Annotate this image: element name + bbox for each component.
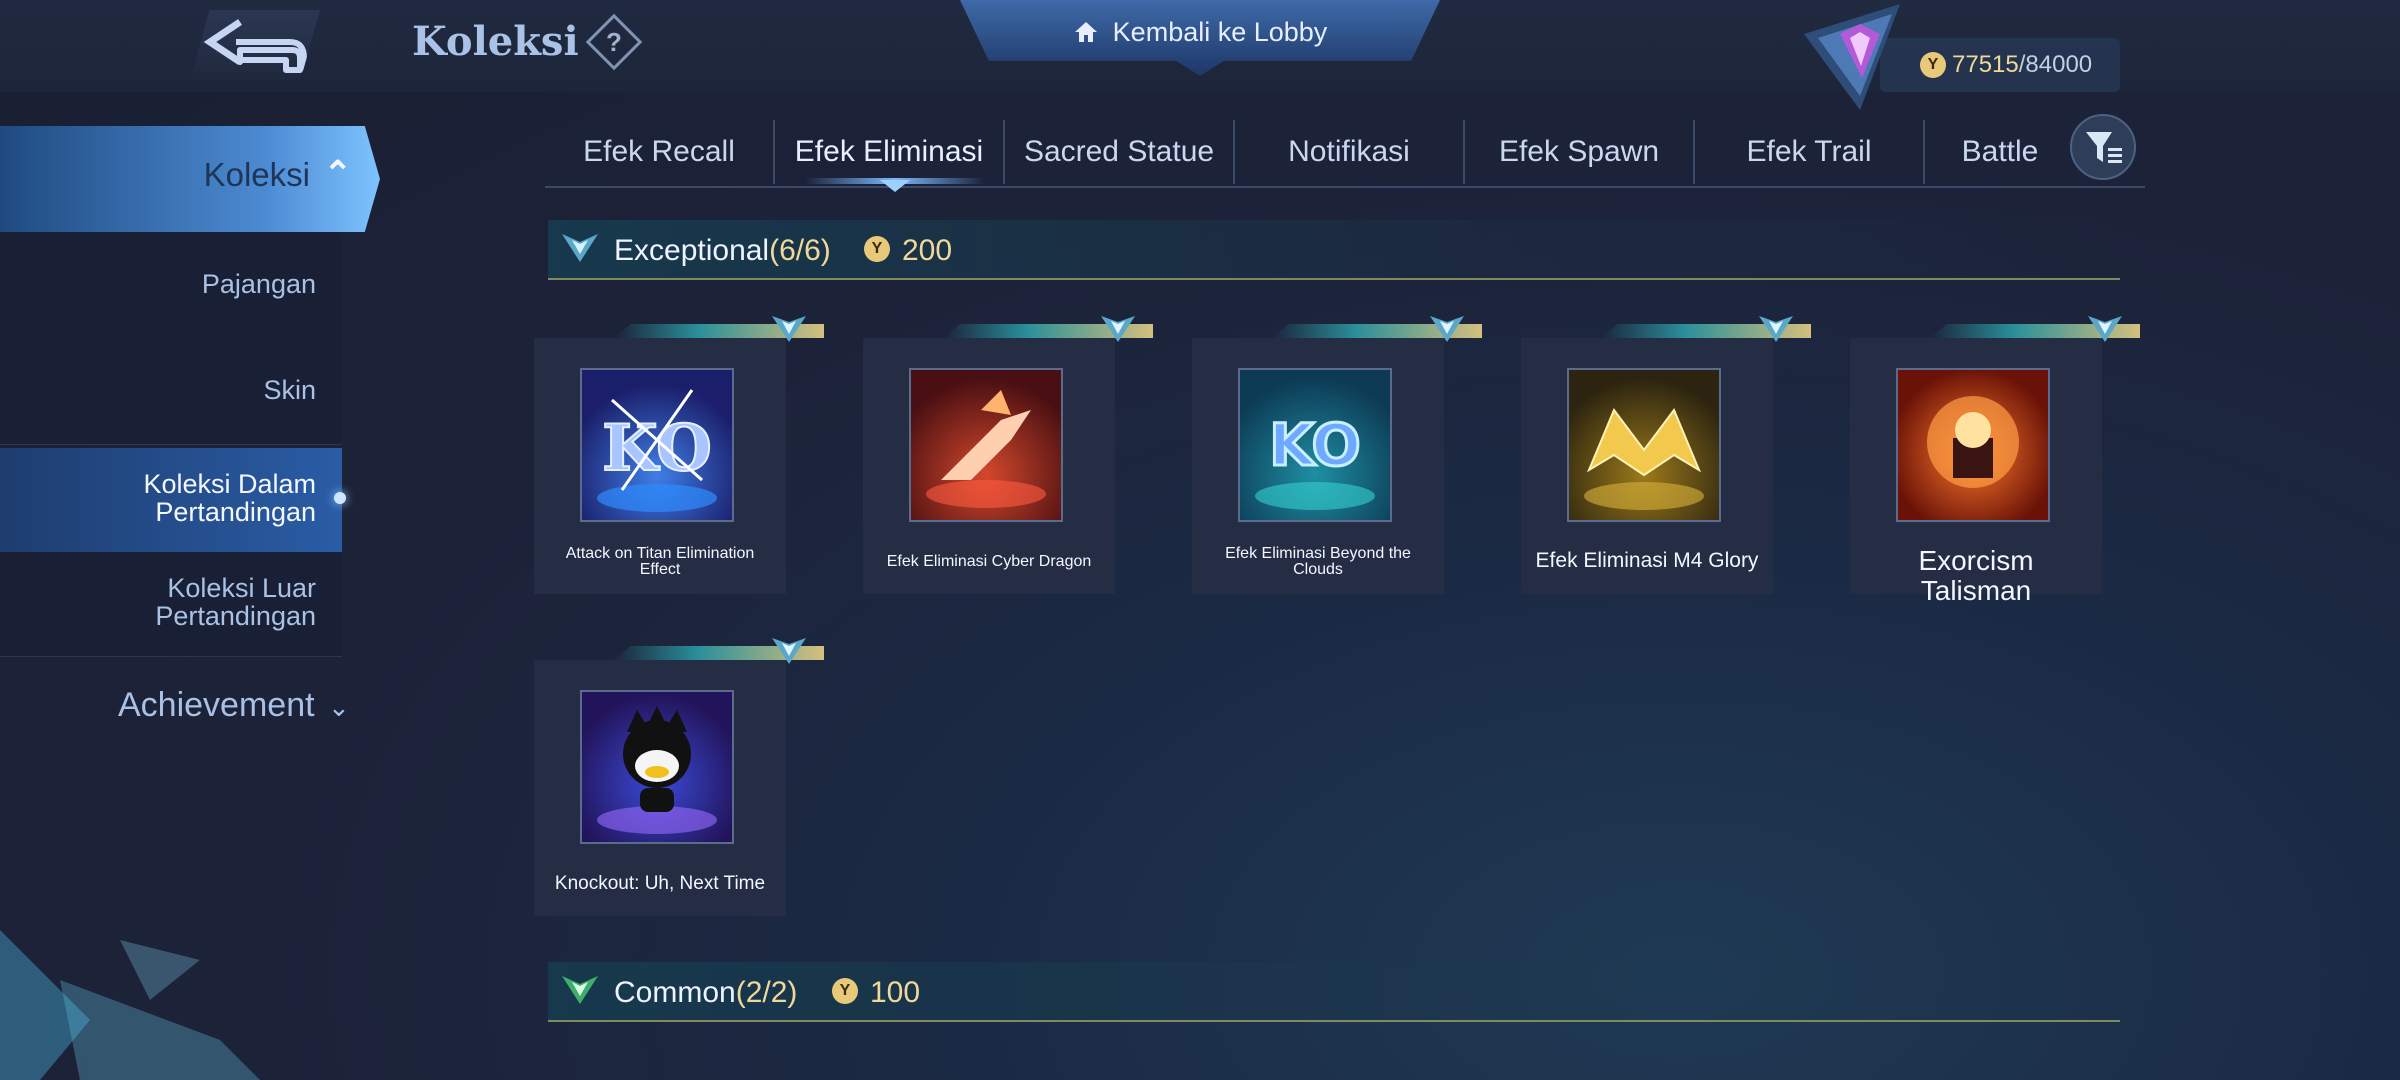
card-emblem-icon [772,316,806,342]
item-name: Efek Eliminasi M4 Glory [1535,549,1759,572]
back-arrow-icon [203,19,307,73]
section-title: Exceptional(6/6) [614,234,831,268]
item-thumbnail [909,368,1063,522]
collector-coin-icon: Y [832,978,858,1004]
sidebar-achievement[interactable]: Achievement [118,686,315,725]
sidebar-item-pajangan[interactable]: Pajangan [0,232,342,339]
item-thumbnail [580,690,734,844]
section-title: Common(2/2) [614,976,797,1010]
item-name: Attack on Titan Elimination Effect [565,545,755,578]
active-indicator-dot [334,492,346,504]
section-header-common: Common(2/2) Y 100 [548,962,2120,1022]
sidebar-item-label: Koleksi Dalam Pertandingan [143,469,316,527]
category-tabs: Efek Recall Efek Eliminasi Sacred Statue… [545,120,2145,188]
collection-item-card[interactable]: Efek Eliminasi Cyber Dragon [863,316,1153,594]
card-emblem-icon [2088,316,2122,342]
section-count: (6/6) [769,234,831,267]
card-emblem-icon [1759,316,1793,342]
card-emblem-icon [772,638,806,664]
cyber-dragon-effect-icon [926,390,1046,508]
sidebar-item-koleksi-luar-pertandingan[interactable]: Koleksi Luar Pertandingan [0,552,342,657]
collector-rank-emblem-icon [1804,4,1900,110]
sidebar-item-label: Skin [263,375,316,405]
points-max: /84000 [2018,51,2093,78]
card-emblem-icon [1101,316,1135,342]
tab-efek-recall[interactable]: Efek Recall [545,120,773,184]
collection-item-card[interactable]: KO Attack on Titan Elimination Effect [534,316,824,594]
points-current: 77515 [1952,51,2019,78]
beyond-the-clouds-effect-icon: KO [1255,410,1375,510]
crystal-decoration [0,930,260,1080]
rarity-emblem-icon [562,976,598,1004]
chevron-down-icon: ⌄ [328,692,350,722]
item-thumbnail [1567,368,1721,522]
item-name: Efek Eliminasi Beyond the Clouds [1225,545,1411,578]
section-price: 200 [902,234,953,267]
svg-text:KO: KO [1269,411,1361,479]
m4-glory-effect-icon [1584,408,1704,510]
collection-item-card[interactable]: Efek Eliminasi M4 Glory [1521,316,1811,594]
back-to-lobby-label: Kembali ke Lobby [1112,16,1328,47]
rarity-emblem-icon [562,234,598,262]
section-price: 100 [870,976,921,1009]
section-name: Exceptional [614,234,770,267]
sidebar-koleksi-label: Koleksi [203,156,310,193]
help-glyph: ? [606,27,622,57]
tab-efek-trail[interactable]: Efek Trail [1695,120,1923,184]
knockout-badtz-maru-icon [597,706,717,834]
item-thumbnail: KO [580,368,734,522]
sidebar-item-label: Koleksi Luar Pertandingan [155,573,316,631]
chevron-up-icon: ⌃ [323,155,353,193]
card-emblem-icon [1430,316,1464,342]
sidebar-item-label: Pajangan [201,269,316,299]
sidebar-koleksi[interactable]: Koleksi ⌃ [0,126,380,232]
item-thumbnail: KO [1238,368,1392,522]
item-thumbnail [1896,368,2050,522]
tab-efek-spawn[interactable]: Efek Spawn [1465,120,1693,184]
item-name: Knockout: Uh, Next Time [554,873,766,894]
collector-coin-icon: Y [864,236,890,262]
back-button[interactable] [190,10,320,80]
attack-on-titan-effect-icon: KO [597,389,717,512]
item-name: Exorcism Talisman [1918,545,2034,606]
section-header-exceptional: Exceptional(6/6) Y 200 [548,220,2120,280]
item-name: Efek Eliminasi Cyber Dragon [886,553,1092,570]
tab-sacred-statue[interactable]: Sacred Statue [1005,120,1233,184]
sidebar-item-koleksi-dalam-pertandingan[interactable]: Koleksi Dalam Pertandingan [0,448,346,553]
filter-button[interactable] [2070,114,2136,180]
collection-item-card[interactable]: Exorcism Talisman [1850,316,2140,606]
section-name: Common [614,976,736,1009]
filter-icon [2086,132,2122,163]
exorcism-talisman-effect-icon [1927,396,2019,488]
page-title: Koleksi [412,18,579,65]
collector-coin-icon: Y [1920,52,1946,78]
sidebar-item-skin[interactable]: Skin [0,338,342,445]
tab-efek-eliminasi[interactable]: Efek Eliminasi [775,120,1003,184]
active-tab-caret-icon [880,180,910,192]
collection-item-card[interactable]: KO Efek Eliminasi Beyond the Clouds [1192,316,1482,594]
section-count: (2/2) [735,976,798,1009]
tab-notifikasi[interactable]: Notifikasi [1235,120,1463,184]
home-icon [1074,22,1097,42]
tab-battle[interactable]: Battle [1925,120,2075,184]
collection-item-card[interactable]: Knockout: Uh, Next Time [534,638,824,916]
